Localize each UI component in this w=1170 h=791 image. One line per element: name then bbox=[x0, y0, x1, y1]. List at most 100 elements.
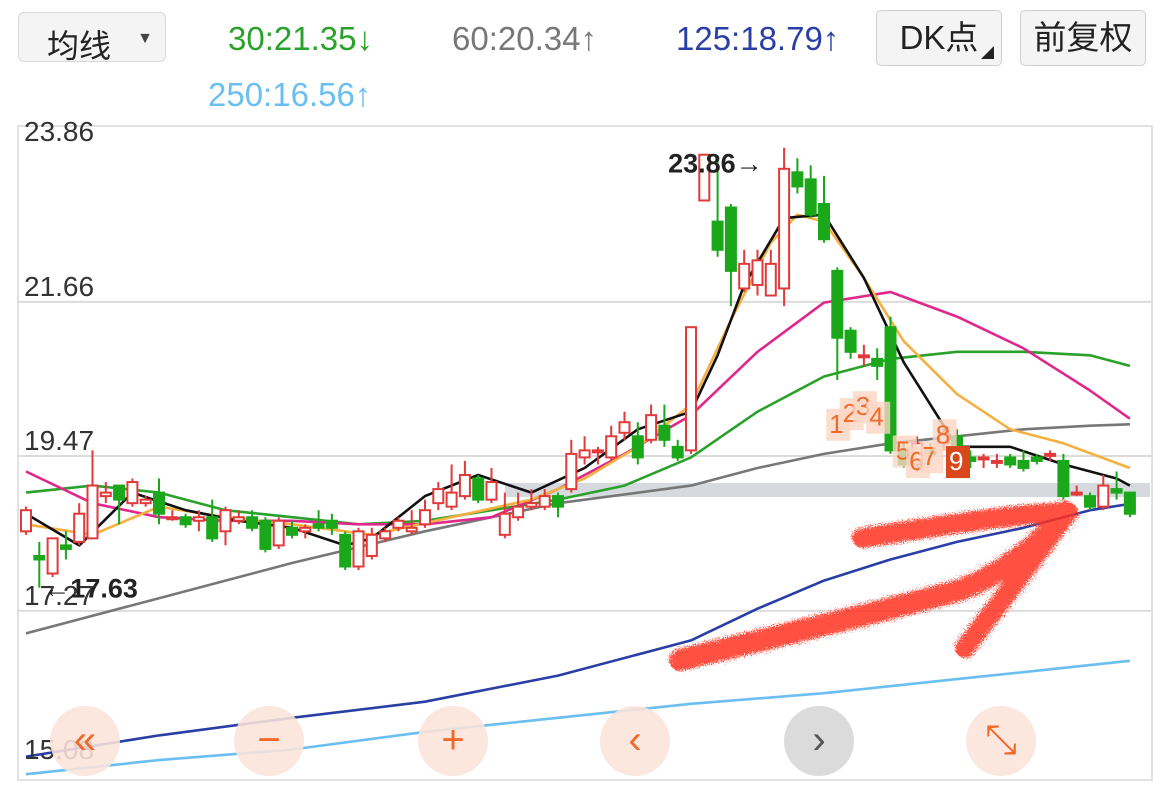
candle bbox=[552, 492, 564, 518]
candle-body bbox=[818, 203, 830, 241]
candle-body bbox=[990, 459, 1003, 464]
candle-body bbox=[685, 326, 697, 452]
candle-body bbox=[325, 519, 338, 529]
candle-body bbox=[192, 516, 205, 522]
chevron-right-icon: › bbox=[812, 718, 826, 762]
candle-body bbox=[73, 512, 86, 543]
ma125-label: 125:18.79↑ bbox=[676, 20, 840, 57]
candle-body bbox=[339, 533, 352, 568]
candle bbox=[126, 478, 139, 507]
chevron-left-button[interactable]: ‹ bbox=[600, 706, 670, 776]
candle bbox=[645, 404, 658, 444]
candle-body bbox=[405, 526, 418, 533]
candle bbox=[818, 175, 830, 243]
candle bbox=[99, 482, 112, 504]
candle-body bbox=[498, 512, 511, 536]
candle-body bbox=[631, 435, 644, 459]
candle-body bbox=[59, 544, 72, 550]
candle bbox=[219, 506, 232, 546]
double-left-button[interactable]: « bbox=[50, 706, 120, 776]
zoom-out-button[interactable]: − bbox=[234, 706, 304, 776]
candle bbox=[86, 450, 99, 540]
candle-body bbox=[445, 491, 458, 508]
price-adjust-button[interactable]: 前复权 bbox=[1020, 10, 1146, 66]
candle-body bbox=[219, 509, 232, 533]
candle-body bbox=[791, 171, 804, 188]
ma30-label: 30:21.35↓ bbox=[228, 20, 373, 57]
chevron-left-icon: ‹ bbox=[628, 718, 642, 762]
candle-body bbox=[778, 167, 791, 290]
candle-body bbox=[379, 530, 392, 540]
candle bbox=[339, 531, 352, 571]
chevron-right-button[interactable]: › bbox=[784, 706, 854, 776]
td-count-label: 4 bbox=[869, 402, 883, 432]
candle-body bbox=[977, 456, 990, 461]
candle-body bbox=[86, 484, 99, 540]
candle-body bbox=[565, 452, 578, 491]
candle bbox=[671, 439, 684, 461]
expand-icon: ⤡ bbox=[985, 718, 1017, 762]
kline-chart[interactable]: 23.8621.6619.4717.2715.0823.86→←17.63123… bbox=[0, 116, 1170, 786]
dropdown-caret-icon: ▼ bbox=[137, 30, 153, 47]
candle-body bbox=[804, 178, 817, 216]
candle bbox=[831, 267, 844, 380]
candle-body bbox=[1110, 488, 1123, 494]
candle bbox=[20, 506, 32, 535]
candle-body bbox=[139, 498, 152, 505]
candle-body bbox=[512, 505, 525, 519]
candle-body bbox=[312, 523, 325, 529]
candle-body bbox=[232, 516, 245, 522]
candle-body bbox=[578, 449, 591, 459]
candle-body bbox=[206, 516, 219, 540]
corner-triangle-icon bbox=[981, 46, 994, 59]
candle bbox=[179, 513, 192, 528]
td-count-label: 9 bbox=[949, 446, 963, 476]
candle bbox=[419, 499, 431, 528]
ma250-label: 250:16.56↑ bbox=[208, 76, 372, 113]
candle-body bbox=[126, 481, 139, 505]
candle-body bbox=[618, 421, 631, 434]
candle-body bbox=[1123, 491, 1136, 515]
candle-body bbox=[844, 329, 857, 353]
td-count-label: 8 bbox=[936, 419, 950, 449]
zoom-in-button[interactable]: + bbox=[418, 706, 488, 776]
candle-body bbox=[645, 414, 658, 441]
y-tick-label: 21.66 bbox=[24, 271, 94, 302]
candle bbox=[325, 513, 338, 535]
high-price-label: 23.86→ bbox=[668, 149, 763, 179]
ma30-line bbox=[25, 350, 1131, 526]
candle-body bbox=[591, 449, 604, 454]
candle-body bbox=[392, 519, 405, 529]
candle-body bbox=[432, 488, 445, 505]
candle bbox=[46, 537, 59, 578]
candle-body bbox=[764, 262, 777, 297]
candle bbox=[272, 517, 285, 549]
candle-body bbox=[738, 262, 751, 290]
candle-body bbox=[153, 491, 165, 515]
candle bbox=[857, 344, 870, 366]
expand-button[interactable]: ⤡ bbox=[966, 706, 1036, 776]
candle-body bbox=[20, 509, 32, 533]
candle bbox=[605, 425, 618, 461]
candle-body bbox=[179, 516, 192, 526]
candle-body bbox=[1097, 484, 1110, 508]
candle-body bbox=[525, 502, 538, 508]
candle-body bbox=[485, 481, 498, 501]
ma60-label: 60:20.34↑ bbox=[452, 20, 597, 57]
candle bbox=[764, 249, 777, 297]
candle-body bbox=[857, 354, 870, 359]
zoom-in-icon: + bbox=[441, 718, 465, 762]
candle-body bbox=[1004, 456, 1017, 466]
indicator-select[interactable]: 均线 ▼ bbox=[18, 12, 166, 64]
candle-body bbox=[33, 554, 46, 561]
dk-point-button[interactable]: DK点 bbox=[876, 10, 1002, 66]
candle bbox=[685, 326, 697, 454]
candle bbox=[113, 484, 126, 525]
candle bbox=[485, 467, 498, 504]
candle bbox=[352, 527, 365, 571]
candle bbox=[578, 436, 591, 465]
candle-body bbox=[99, 491, 112, 498]
y-tick-label: 23.86 bbox=[24, 120, 94, 147]
candle-body bbox=[352, 530, 365, 568]
candle-body bbox=[286, 526, 298, 536]
